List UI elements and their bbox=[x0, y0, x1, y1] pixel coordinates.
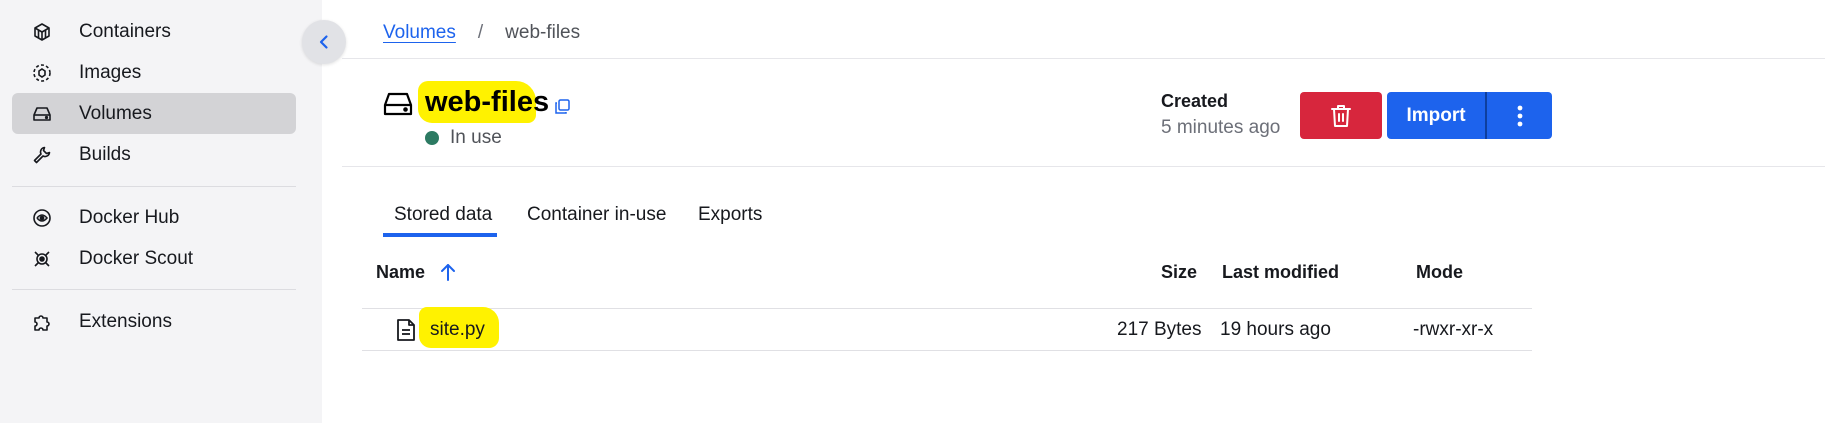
docker-scout-icon bbox=[32, 249, 52, 269]
delete-button[interactable] bbox=[1300, 92, 1382, 139]
import-button[interactable]: Import bbox=[1387, 92, 1485, 139]
volume-icon bbox=[32, 104, 52, 124]
volume-icon bbox=[383, 92, 413, 116]
container-icon bbox=[32, 22, 52, 42]
page-title: web-files bbox=[425, 86, 550, 118]
trash-icon bbox=[1331, 104, 1351, 127]
sidebar-item-docker-hub[interactable]: Docker Hub bbox=[12, 197, 296, 238]
sidebar: Containers Images Volumes Builds Docker … bbox=[0, 0, 322, 423]
sidebar-item-builds[interactable]: Builds bbox=[12, 134, 296, 175]
column-header-mode[interactable]: Mode bbox=[1416, 262, 1463, 283]
image-icon bbox=[32, 63, 52, 83]
file-name[interactable]: site.py bbox=[430, 319, 485, 341]
file-icon bbox=[397, 319, 415, 341]
tab-stored-data[interactable]: Stored data bbox=[394, 204, 492, 226]
created-value: 5 minutes ago bbox=[1161, 117, 1281, 138]
file-mode: -rwxr-xr-x bbox=[1413, 319, 1494, 340]
breadcrumb-separator: / bbox=[477, 22, 484, 43]
sidebar-item-label: Images bbox=[79, 61, 142, 83]
sort-ascending-icon[interactable] bbox=[438, 262, 458, 282]
docker-hub-icon bbox=[32, 208, 52, 228]
chevron-left-icon bbox=[319, 35, 328, 49]
file-modified: 19 hours ago bbox=[1220, 319, 1331, 340]
sidebar-item-volumes[interactable]: Volumes bbox=[12, 93, 296, 134]
divider bbox=[342, 166, 1825, 167]
sidebar-item-label: Docker Scout bbox=[79, 247, 194, 269]
status-dot bbox=[425, 131, 439, 145]
sidebar-divider bbox=[12, 186, 296, 187]
sidebar-item-label: Docker Hub bbox=[79, 206, 180, 228]
sidebar-divider bbox=[12, 289, 296, 290]
more-options-button[interactable] bbox=[1487, 92, 1552, 139]
wrench-icon bbox=[32, 145, 52, 165]
tab-exports[interactable]: Exports bbox=[698, 204, 762, 226]
status-text: In use bbox=[450, 127, 502, 148]
row-divider bbox=[362, 350, 1532, 351]
file-size: 217 Bytes bbox=[1117, 319, 1202, 340]
copy-icon[interactable] bbox=[554, 98, 571, 115]
breadcrumb: Volumes / web-files bbox=[383, 22, 580, 44]
column-header-last-modified[interactable]: Last modified bbox=[1222, 262, 1339, 283]
column-header-size[interactable]: Size bbox=[1161, 262, 1197, 283]
sidebar-item-label: Volumes bbox=[79, 102, 152, 124]
column-header-name[interactable]: Name bbox=[376, 262, 425, 283]
more-vertical-icon bbox=[1517, 105, 1522, 126]
divider bbox=[342, 58, 1825, 59]
row-divider bbox=[362, 308, 1532, 309]
active-tab-indicator bbox=[383, 233, 497, 237]
sidebar-item-containers[interactable]: Containers bbox=[12, 11, 296, 52]
puzzle-icon bbox=[32, 312, 52, 332]
tab-container-in-use[interactable]: Container in-use bbox=[527, 204, 666, 226]
breadcrumb-current: web-files bbox=[505, 22, 581, 43]
sidebar-item-docker-scout[interactable]: Docker Scout bbox=[12, 238, 296, 279]
created-label: Created bbox=[1161, 91, 1229, 111]
sidebar-item-label: Builds bbox=[79, 143, 131, 165]
collapse-sidebar-button[interactable] bbox=[302, 20, 346, 64]
sidebar-item-images[interactable]: Images bbox=[12, 52, 296, 93]
sidebar-item-label: Containers bbox=[79, 20, 171, 42]
sidebar-item-extensions[interactable]: Extensions bbox=[12, 301, 296, 342]
breadcrumb-volumes-link[interactable]: Volumes bbox=[383, 22, 456, 44]
sidebar-item-label: Extensions bbox=[79, 310, 172, 332]
